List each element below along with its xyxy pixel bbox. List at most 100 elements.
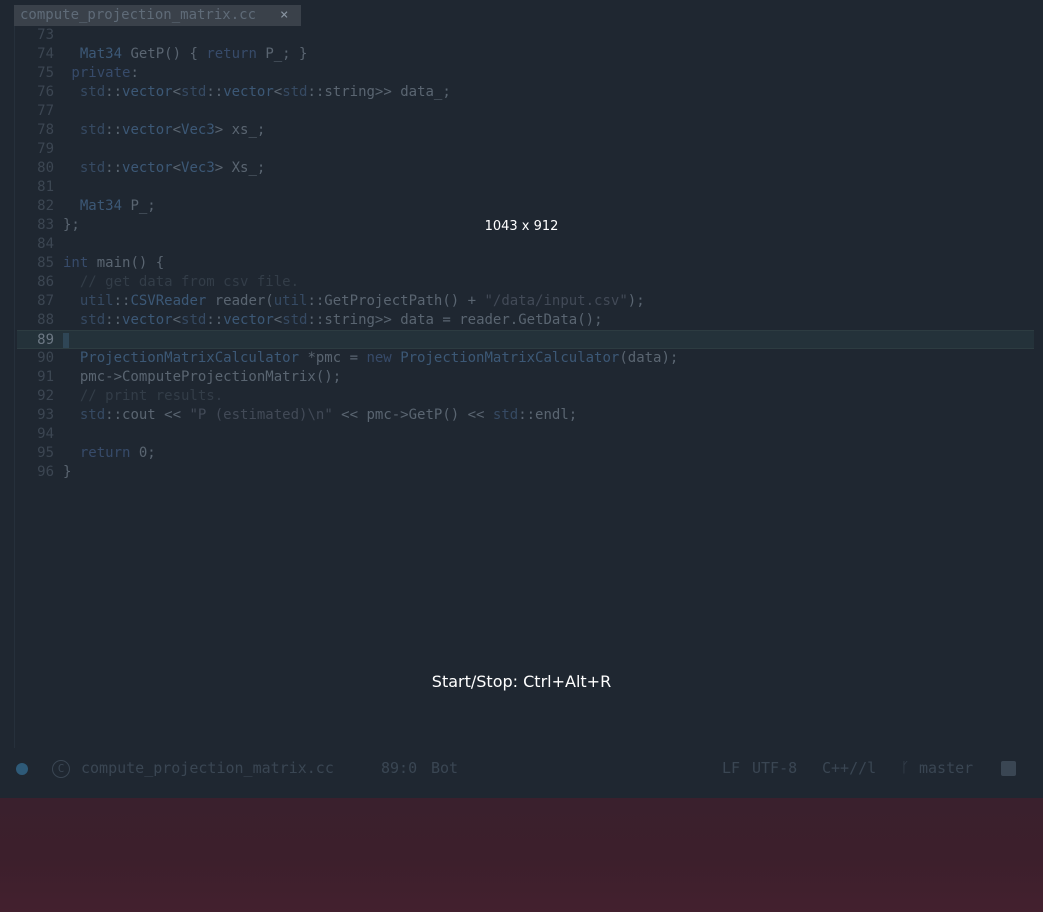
code-token: :: (206, 312, 224, 328)
code-token: :: (105, 122, 123, 138)
code-token: return (206, 46, 257, 62)
code-line[interactable]: 91 pmc->ComputeProjectionMatrix(); (0, 368, 1043, 387)
code-token: P_; (122, 198, 156, 214)
code-token: vector (122, 122, 173, 138)
code-line[interactable]: 92 // print results. (0, 387, 1043, 406)
code-text: util::CSVReader reader(util::GetProjectP… (63, 292, 645, 311)
code-token: (data); (619, 350, 679, 366)
code-token: std (79, 312, 106, 328)
code-token: std (79, 84, 106, 100)
code-token: 0; (130, 445, 156, 461)
code-line[interactable]: 79 (0, 140, 1043, 159)
code-token: ProjectionMatrixCalculator (400, 350, 620, 366)
code-line[interactable]: 81 (0, 178, 1043, 197)
code-token: Mat34 (79, 198, 123, 214)
cursor-position: 89:0 (381, 759, 418, 777)
code-token: P_; } (256, 46, 308, 62)
code-token: : (130, 65, 139, 81)
code-token: pmc->ComputeProjectionMatrix(); (63, 369, 342, 385)
code-token: < (273, 312, 283, 328)
code-line[interactable]: 76 std::vector<std::vector<std::string>>… (0, 83, 1043, 102)
current-line[interactable]: 89 (17, 330, 1034, 349)
line-number: 95 (37, 445, 54, 461)
tab-compute-projection-matrix[interactable]: compute_projection_matrix.cc × (14, 5, 301, 26)
code-text: ProjectionMatrixCalculator *pmc = new Pr… (63, 349, 679, 368)
code-text: std::vector<std::vector<std::string>> da… (63, 83, 451, 102)
code-line[interactable]: 75 private: (0, 64, 1043, 83)
line-number: 79 (37, 141, 54, 157)
code-token: > Xs_; (214, 160, 266, 176)
git-branch-icon: ᚴ (901, 760, 910, 776)
dimensions-label: 1043 x 912 (484, 219, 559, 234)
code-text: // print results. (63, 387, 223, 406)
line-ending[interactable]: LF (722, 752, 740, 785)
code-text: return 0; (63, 444, 156, 463)
code-line[interactable]: 94 (0, 425, 1043, 444)
line-number: 73 (37, 27, 54, 43)
recording-hint: Start/Stop: Ctrl+Alt+R (431, 672, 612, 691)
code-token: std (282, 312, 308, 328)
code-text: Mat34 P_; (63, 197, 156, 216)
status-dot-icon (16, 763, 28, 775)
line-number: 96 (37, 464, 54, 480)
close-icon[interactable]: × (280, 5, 288, 26)
code-token: main() { (88, 255, 165, 271)
line-number: 82 (37, 198, 54, 214)
code-line[interactable]: 96} (0, 463, 1043, 482)
code-line[interactable]: 74 Mat34 GetP() { return P_; } (0, 45, 1043, 64)
code-token: ::string>> data_; (307, 84, 451, 100)
code-line[interactable]: 95 return 0; (0, 444, 1043, 463)
code-text: std::vector<std::vector<std::string>> da… (63, 311, 603, 330)
cpp-file-icon: C (52, 760, 70, 778)
code-token: } (63, 464, 72, 480)
code-line[interactable]: 77 (0, 102, 1043, 121)
git-branch[interactable]: master (919, 752, 973, 785)
line-number: 90 (37, 350, 54, 366)
line-number: 86 (37, 274, 54, 290)
code-line[interactable]: 85 int main() { (0, 254, 1043, 273)
code-token: std (492, 407, 519, 423)
code-token: reader( (206, 293, 274, 309)
code-token: ::GetProjectPath() + (307, 293, 485, 309)
code-token: std (181, 84, 207, 100)
code-line[interactable]: 73 (0, 26, 1043, 45)
line-number: 92 (37, 388, 54, 404)
code-token: Vec3 (181, 122, 215, 138)
code-line[interactable]: 93 std::cout << "P (estimated)\n" << pmc… (0, 406, 1043, 425)
code-line[interactable]: 90 ProjectionMatrixCalculator *pmc = new… (0, 349, 1043, 368)
code-line[interactable]: 78 std::vector<Vec3> xs_; (0, 121, 1043, 140)
code-line[interactable]: 87 util::CSVReader reader(util::GetProje… (0, 292, 1043, 311)
code-line[interactable]: 84 (0, 235, 1043, 254)
line-number: 94 (37, 426, 54, 442)
code-token: std (79, 122, 106, 138)
code-text: std::cout << "P (estimated)\n" << pmc->G… (63, 406, 577, 425)
code-token: ProjectionMatrixCalculator (79, 350, 300, 366)
code-token: < (172, 122, 182, 138)
code-line[interactable]: 80 std::vector<Vec3> Xs_; (0, 159, 1043, 178)
code-token: vector (122, 84, 173, 100)
code-line[interactable]: 82 Mat34 P_; (0, 197, 1043, 216)
major-mode[interactable]: C++//l (822, 752, 876, 785)
lock-icon (1001, 761, 1016, 776)
tab-title: compute_projection_matrix.cc (20, 7, 257, 23)
code-line[interactable]: 86 // get data from csv file. (0, 273, 1043, 292)
encoding[interactable]: UTF-8 (752, 752, 797, 785)
code-token: *pmc = (299, 350, 367, 366)
code-token: :: (206, 84, 224, 100)
scroll-position: Bot (431, 759, 459, 777)
code-token: Vec3 (181, 160, 215, 176)
line-number: 74 (37, 46, 54, 62)
code-token: int (63, 255, 89, 271)
code-token: ::endl; (518, 407, 578, 423)
code-line[interactable]: 88 std::vector<std::vector<std::string>>… (0, 311, 1043, 330)
code-token: vector (122, 312, 173, 328)
code-token: std (79, 407, 106, 423)
